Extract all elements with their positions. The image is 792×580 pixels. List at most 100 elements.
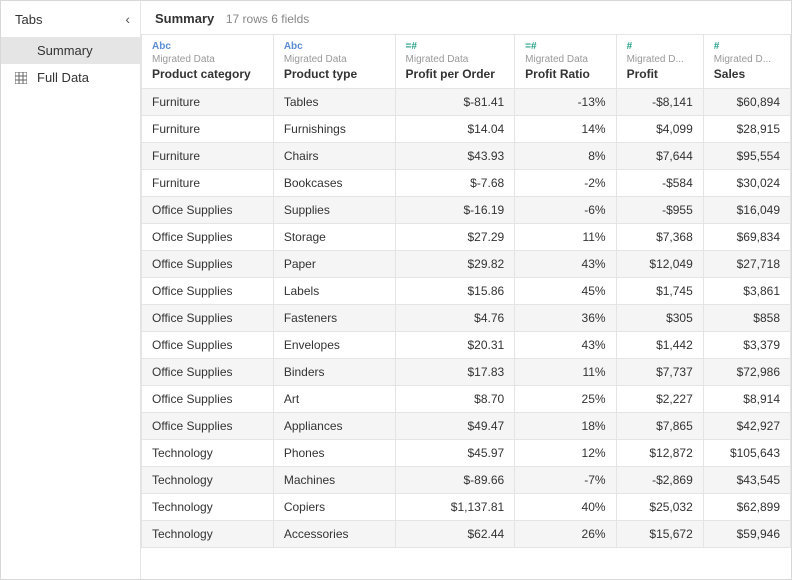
cell: Accessories	[273, 521, 395, 548]
cell: 45%	[515, 278, 616, 305]
table-row[interactable]: Office SuppliesLabels$15.8645%$1,745$3,8…	[142, 278, 791, 305]
cell: Storage	[273, 224, 395, 251]
table-row[interactable]: Office SuppliesFasteners$4.7636%$305$858	[142, 305, 791, 332]
table-row[interactable]: FurnitureFurnishings$14.0414%$4,099$28,9…	[142, 116, 791, 143]
cell: 11%	[515, 359, 616, 386]
table-row[interactable]: TechnologyAccessories$62.4426%$15,672$59…	[142, 521, 791, 548]
table-row[interactable]: Office SuppliesAppliances$49.4718%$7,865…	[142, 413, 791, 440]
tab-label: Summary	[37, 43, 93, 58]
grid-icon	[15, 72, 29, 84]
column-name: Profit per Order	[406, 67, 495, 81]
cell: $8,914	[703, 386, 790, 413]
cell: Office Supplies	[142, 197, 274, 224]
data-table-scroll[interactable]: AbcMigrated DataProduct categoryAbcMigra…	[141, 34, 791, 579]
tabs-list: Summary Full Data	[1, 37, 140, 91]
cell: $62.44	[395, 521, 515, 548]
column-source: Migrated Data	[152, 54, 263, 65]
cell: -2%	[515, 170, 616, 197]
column-header-product-category[interactable]: AbcMigrated DataProduct category	[142, 35, 274, 89]
cell: $20.31	[395, 332, 515, 359]
cell: -$955	[616, 197, 703, 224]
cell: Copiers	[273, 494, 395, 521]
cell: 25%	[515, 386, 616, 413]
table-row[interactable]: TechnologyCopiers$1,137.8140%$25,032$62,…	[142, 494, 791, 521]
cell: 43%	[515, 332, 616, 359]
table-row[interactable]: FurnitureTables$-81.41-13%-$8,141$60,894	[142, 89, 791, 116]
cell: Technology	[142, 521, 274, 548]
cell: $7,644	[616, 143, 703, 170]
cell: Office Supplies	[142, 305, 274, 332]
cell: $12,049	[616, 251, 703, 278]
tab-full-data[interactable]: Full Data	[1, 64, 140, 91]
cell: Tables	[273, 89, 395, 116]
cell: Art	[273, 386, 395, 413]
table-row[interactable]: Office SuppliesBinders$17.8311%$7,737$72…	[142, 359, 791, 386]
cell: Office Supplies	[142, 332, 274, 359]
column-header-product-type[interactable]: AbcMigrated DataProduct type	[273, 35, 395, 89]
tab-summary[interactable]: Summary	[1, 37, 140, 64]
column-source: Migrated D...	[714, 54, 780, 65]
cell: Furniture	[142, 143, 274, 170]
cell: $3,861	[703, 278, 790, 305]
cell: Technology	[142, 467, 274, 494]
column-header-profit-ratio[interactable]: =#Migrated DataProfit Ratio	[515, 35, 616, 89]
number-type-icon: =#	[406, 41, 505, 52]
cell: $858	[703, 305, 790, 332]
column-name: Product category	[152, 67, 251, 81]
cell: -7%	[515, 467, 616, 494]
cell: -$8,141	[616, 89, 703, 116]
cell: Supplies	[273, 197, 395, 224]
column-header-sales[interactable]: #Migrated D...Sales	[703, 35, 790, 89]
cell: $60,894	[703, 89, 790, 116]
collapse-sidebar-icon[interactable]: ‹	[125, 11, 130, 27]
cell: $72,986	[703, 359, 790, 386]
column-header-profit[interactable]: #Migrated D...Profit	[616, 35, 703, 89]
cell: Office Supplies	[142, 278, 274, 305]
cell: $95,554	[703, 143, 790, 170]
cell: $2,227	[616, 386, 703, 413]
table-row[interactable]: TechnologyMachines$-89.66-7%-$2,869$43,5…	[142, 467, 791, 494]
cell: $1,137.81	[395, 494, 515, 521]
cell: 40%	[515, 494, 616, 521]
cell: $105,643	[703, 440, 790, 467]
cell: $7,737	[616, 359, 703, 386]
table-row[interactable]: Office SuppliesEnvelopes$20.3143%$1,442$…	[142, 332, 791, 359]
cell: $305	[616, 305, 703, 332]
cell: $4.76	[395, 305, 515, 332]
column-source: Migrated Data	[406, 54, 505, 65]
cell: $-89.66	[395, 467, 515, 494]
table-row[interactable]: FurnitureChairs$43.938%$7,644$95,554	[142, 143, 791, 170]
column-name: Product type	[284, 67, 357, 81]
sidebar-title: Tabs	[15, 12, 42, 27]
table-row[interactable]: Office SuppliesStorage$27.2911%$7,368$69…	[142, 224, 791, 251]
cell: $1,745	[616, 278, 703, 305]
cell: -6%	[515, 197, 616, 224]
cell: $17.83	[395, 359, 515, 386]
cell: Fasteners	[273, 305, 395, 332]
number-type-icon: =#	[525, 41, 605, 52]
cell: Office Supplies	[142, 386, 274, 413]
tab-label: Full Data	[37, 70, 89, 85]
table-row[interactable]: FurnitureBookcases$-7.68-2%-$584$30,024	[142, 170, 791, 197]
cell: -$584	[616, 170, 703, 197]
cell: $28,915	[703, 116, 790, 143]
cell: Machines	[273, 467, 395, 494]
cell: Labels	[273, 278, 395, 305]
cell: Appliances	[273, 413, 395, 440]
column-name: Profit	[627, 67, 658, 81]
table-row[interactable]: Office SuppliesPaper$29.8243%$12,049$27,…	[142, 251, 791, 278]
cell: Office Supplies	[142, 224, 274, 251]
cell: Furniture	[142, 170, 274, 197]
column-name: Sales	[714, 67, 745, 81]
page-title: Summary	[155, 11, 214, 26]
cell: $49.47	[395, 413, 515, 440]
main: Summary 17 rows 6 fields AbcMigrated Dat…	[141, 1, 791, 579]
cell: 12%	[515, 440, 616, 467]
table-row[interactable]: Office SuppliesArt$8.7025%$2,227$8,914	[142, 386, 791, 413]
table-header-row: AbcMigrated DataProduct categoryAbcMigra…	[142, 35, 791, 89]
column-header-profit-per-order[interactable]: =# Migrated Data Profit per Order	[395, 35, 515, 89]
cell: Envelopes	[273, 332, 395, 359]
table-row[interactable]: Office SuppliesSupplies$-16.19-6%-$955$1…	[142, 197, 791, 224]
cell: Furniture	[142, 116, 274, 143]
table-row[interactable]: TechnologyPhones$45.9712%$12,872$105,643	[142, 440, 791, 467]
